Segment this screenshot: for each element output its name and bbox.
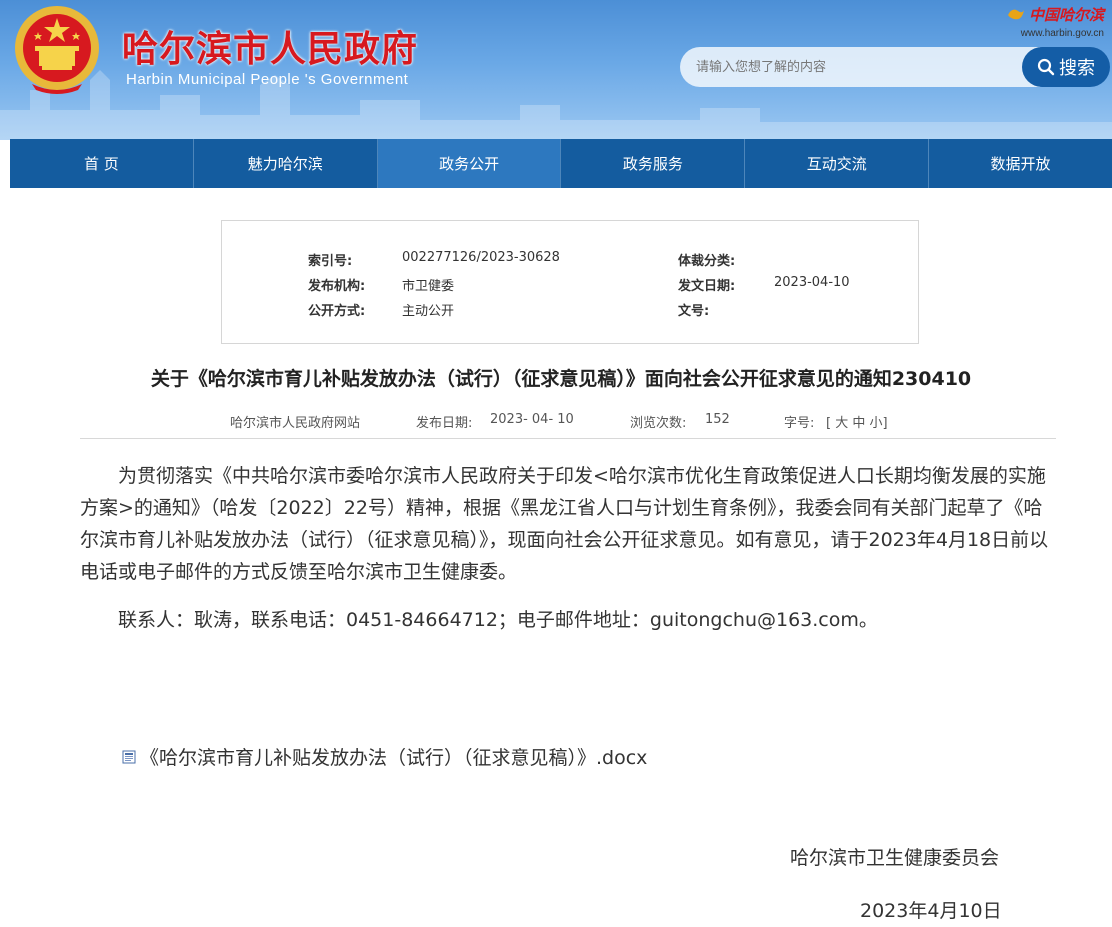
search-button[interactable]: 搜索 [1022,47,1110,87]
meta-org-value: 市卫健委 [402,279,455,294]
main-nav: 首 页 魅力哈尔滨 政务公开 政务服务 互动交流 数据开放 [10,139,1112,188]
brand-swirl-icon [1007,9,1024,19]
views-count: 152 [705,412,730,427]
search-icon [1037,58,1055,76]
site-header: 哈尔滨市人民政府 Harbin Municipal People 's Gove… [0,0,1112,140]
attachment-filename: 《哈尔滨市育儿补贴发放办法（试行）（征求意见稿）》.docx [140,747,648,769]
nav-item-open-data[interactable]: 数据开放 [929,139,1112,188]
article-info-bar: 哈尔滨市人民政府网站 发布日期: 2023- 04- 10 浏览次数: 152 … [80,400,1056,439]
nav-item-charm-harbin[interactable]: 魅力哈尔滨 [194,139,378,188]
meta-index-key: 索引号: [308,254,353,269]
pub-date-label: 发布日期: [416,416,473,431]
signature-date: 2023年4月10日 [860,900,1002,922]
site-title-cn: 哈尔滨市人民政府 [122,28,419,70]
article-paragraph: 为贯彻落实《中共哈尔滨市委哈尔滨市人民政府关于印发<哈尔滨市优化生育政策促进人口… [80,465,1049,583]
search-bar: 搜索 [680,47,1110,87]
attachment-link[interactable]: 《哈尔滨市育儿补贴发放办法（试行）（征求意见稿）》.docx [122,743,647,770]
nav-item-gov-services[interactable]: 政务服务 [561,139,746,188]
meta-org-key: 发布机构: [308,279,366,294]
meta-date-key: 发文日期: [678,279,736,294]
pub-date-value: 2023- 04- 10 [490,412,574,427]
article-source: 哈尔滨市人民政府网站 [230,416,361,431]
meta-mode-value: 主动公开 [402,304,455,319]
document-meta-box: 索引号: 002277126/2023-30628 体裁分类: 发布机构: 市卫… [221,220,919,344]
article-title: 关于《哈尔滨市育儿补贴发放办法（试行）（征求意见稿）》面向社会公开征求意见的通知… [150,368,972,390]
article-body: 为贯彻落实《中共哈尔滨市委哈尔滨市人民政府关于印发<哈尔滨市优化生育政策促进人口… [80,460,1056,636]
search-input[interactable] [680,47,1040,87]
brand-name: 中国哈尔滨 [1028,6,1104,24]
document-icon [122,750,136,763]
nav-item-interaction[interactable]: 互动交流 [745,139,930,188]
meta-date-value: 2023-04-10 [774,275,850,290]
nav-item-home[interactable]: 首 页 [10,139,194,188]
meta-mode-key: 公开方式: [308,304,366,319]
search-button-label: 搜索 [1059,58,1095,79]
meta-genre-key: 体裁分类: [678,254,736,269]
signature-organization: 哈尔滨市卫生健康委员会 [790,847,1000,869]
nav-item-gov-affairs-open[interactable]: 政务公开 [377,139,562,188]
brand-logo[interactable]: 中国哈尔滨 www.harbin.gov.cn [994,4,1104,39]
meta-docno-key: 文号: [678,304,710,319]
font-size-label: 字号: [784,416,815,431]
national-emblem-icon [15,6,99,94]
meta-index-value: 002277126/2023-30628 [402,250,560,265]
site-title-en: Harbin Municipal People 's Government [126,71,409,88]
article-content: 索引号: 002277126/2023-30628 体裁分类: 发布机构: 市卫… [10,188,1112,927]
brand-url: www.harbin.gov.cn [1020,27,1104,39]
views-label: 浏览次数: [630,416,687,431]
contact-paragraph: 联系人：耿涛，联系电话：0451-84664712；电子邮件地址：guitong… [118,609,878,631]
font-size-options[interactable]: [ 大 中 小] [826,412,888,431]
